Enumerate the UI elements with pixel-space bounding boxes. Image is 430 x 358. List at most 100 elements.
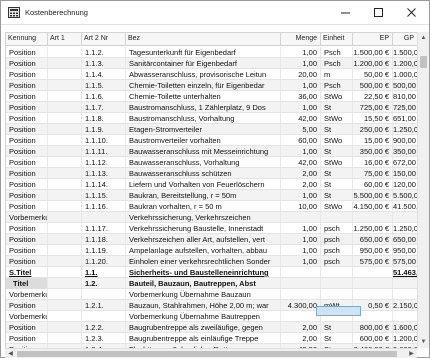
cell-gp[interactable]: 650,00 €	[393, 234, 417, 245]
cell-gp[interactable]: 725,00 €	[393, 102, 417, 113]
cell-menge[interactable]: 2,00	[281, 168, 321, 179]
table-row[interactable]: ▸Titel1.2.Bauteil, Bauzaun, Bautreppen, …	[6, 278, 417, 289]
cell-bez[interactable]: Chemie-Toilette unterhalten	[126, 91, 281, 102]
cell-gp[interactable]: 51.463,00 €	[393, 267, 417, 278]
cell-einheit[interactable]: St	[321, 190, 353, 201]
cell-kennung[interactable]: Position	[6, 58, 48, 69]
cell-art1[interactable]	[48, 234, 82, 245]
cell-menge[interactable]: 2,00	[281, 322, 321, 333]
close-button[interactable]	[395, 1, 427, 24]
cell-gp[interactable]	[393, 311, 417, 322]
column-header-ep[interactable]: EP	[353, 33, 393, 46]
cell-nr[interactable]: 1.1.5.	[82, 80, 126, 91]
table-row[interactable]: Position 1.1.13. Bauwasseranschluss schütz…	[6, 168, 417, 179]
cell-bez[interactable]: Verkehrssicherung, Verkehrszeichen	[126, 212, 281, 223]
cell-nr[interactable]	[82, 212, 126, 223]
cell-ep[interactable]: 5.500,00 €	[353, 190, 393, 201]
cell-kennung[interactable]: Titel	[6, 278, 48, 289]
cell-menge[interactable]: 2,00	[281, 179, 321, 190]
cell-bez[interactable]: Baukran vorhalten, r = 50 m	[126, 201, 281, 212]
cell-einheit[interactable]: m	[321, 69, 353, 80]
cell-menge[interactable]: 1,00	[281, 146, 321, 157]
cell-kennung[interactable]: Position	[6, 333, 48, 344]
cell-einheit[interactable]: psch	[321, 234, 353, 245]
cell-einheit[interactable]: StWo	[321, 113, 353, 124]
cell-gp[interactable]: 575,00 €	[393, 256, 417, 267]
cell-einheit[interactable]: St	[321, 124, 353, 135]
table-row[interactable]: Position 1.1.16. Baukran vorhalten, r = 50…	[6, 201, 417, 212]
scroll-left-arrow-icon[interactable]: ◀	[6, 349, 15, 358]
cell-bez[interactable]: Einholen einer verkehrsrechtlichen Sonde…	[126, 256, 281, 267]
cell-kennung[interactable]: Position	[6, 80, 48, 91]
cell-art1[interactable]	[48, 223, 82, 234]
cell-nr[interactable]: 1.1.8.	[82, 113, 126, 124]
cell-kennung[interactable]: Position	[6, 300, 48, 311]
cell-gp[interactable]: 5.500,00 €	[393, 190, 417, 201]
cell-einheit[interactable]: St	[321, 322, 353, 333]
cell-gp[interactable]: 900,00 €	[393, 135, 417, 146]
cell-einheit[interactable]: Psch	[321, 80, 353, 91]
cell-bez[interactable]: Bauwasseranschluss mit Messeinrichtung	[126, 146, 281, 157]
cell-bez[interactable]: Liefern und Vorhalten von Feuerlöschern	[126, 179, 281, 190]
cell-nr[interactable]	[82, 311, 126, 322]
cell-gp[interactable]: 1.250,00 €	[393, 124, 417, 135]
cell-nr[interactable]: 1.2.2.	[82, 322, 126, 333]
cell-ep[interactable]	[353, 212, 393, 223]
cell-ep[interactable]: 50,00 €	[353, 69, 393, 80]
cell-gp[interactable]: 1.600,00 €	[393, 322, 417, 333]
cell-gp[interactable]: 1.250,00 €	[393, 223, 417, 234]
cell-gp[interactable]: 150,00 €	[393, 168, 417, 179]
cell-bez[interactable]: Chemie-Toiletten einzeln, für Eigenbedar	[126, 80, 281, 91]
cell-art1[interactable]	[48, 47, 82, 58]
cell-nr[interactable]: 1.1.16.	[82, 201, 126, 212]
cell-art1[interactable]	[48, 333, 82, 344]
vertical-scrollbar[interactable]: ▲ ▼	[417, 32, 429, 348]
cell-kennung[interactable]: Vorbemerku	[6, 289, 48, 300]
cell-menge[interactable]: 1,00	[281, 190, 321, 201]
cell-einheit[interactable]: St	[321, 102, 353, 113]
cell-einheit[interactable]: StWo	[321, 157, 353, 168]
cell-kennung[interactable]: Position	[6, 256, 48, 267]
table-row[interactable]: Position 1.1.12. Bauwasseranschluss, Vorha…	[6, 157, 417, 168]
table-row[interactable]: Position 1.1.9. Etagen-Stromverteiler 5,00 S…	[6, 124, 417, 135]
cell-nr[interactable]: 1.1.6.	[82, 91, 126, 102]
table-row[interactable]: Position 1.2.2. Baugrubentreppe als zweilä…	[6, 322, 417, 333]
cell-ep[interactable]: 22,50 €	[353, 91, 393, 102]
table-row[interactable]: Position 1.1.3. Sanitärcontainer für Eigen…	[6, 58, 417, 69]
cell-ep[interactable]: 16,00 €	[353, 157, 393, 168]
cell-menge[interactable]: 60,00	[281, 135, 321, 146]
scroll-down-arrow-icon[interactable]: ▼	[418, 336, 429, 348]
cell-menge[interactable]: 20,00	[281, 69, 321, 80]
cell-ep[interactable]: 4.150,00 €	[353, 201, 393, 212]
table-row[interactable]: Position 1.1.7. Baustromanschluss, 1 Zähle…	[6, 102, 417, 113]
cell-bez[interactable]: Tagesunterkunft für Eigenbedarf	[126, 47, 281, 58]
cell-art1[interactable]	[48, 113, 82, 124]
column-header-einheit[interactable]: Einheit	[321, 33, 353, 46]
cell-nr[interactable]: 1.1.19.	[82, 245, 126, 256]
cell-bez[interactable]: Vorbemerkung Übernahme Bautreppen	[126, 311, 281, 322]
table-row[interactable]: Position 1.1.18. Verkehrszeichen aller Art…	[6, 234, 417, 245]
cell-nr[interactable]: 1.1.7.	[82, 102, 126, 113]
cell-gp[interactable]: 672,00 €	[393, 157, 417, 168]
table-row[interactable]: Position 1.1.15. Baukran, Bereitstellung, …	[6, 190, 417, 201]
cell-menge[interactable]: 1,00	[281, 245, 321, 256]
cell-art1[interactable]	[48, 124, 82, 135]
cell-art1[interactable]	[48, 58, 82, 69]
table-row[interactable]: Position 1.1.14. Liefern und Vorhalten von…	[6, 179, 417, 190]
cell-ep[interactable]	[353, 289, 393, 300]
cell-einheit[interactable]	[321, 267, 353, 278]
cell-menge[interactable]: 1,00	[281, 58, 321, 69]
cell-nr[interactable]: 1.1.20.	[82, 256, 126, 267]
cell-kennung[interactable]: Position	[6, 234, 48, 245]
cell-nr[interactable]: 1.1.11.	[82, 146, 126, 157]
table-row[interactable]: Position 1.1.5. Chemie-Toiletten einzeln, …	[6, 80, 417, 91]
cell-art1[interactable]	[48, 135, 82, 146]
table-row[interactable]: Position 1.1.6. Chemie-Toilette unterhalte…	[6, 91, 417, 102]
table-row[interactable]: S.Titel 1.1. Sicherheits- und Baustellenei…	[6, 267, 417, 278]
cell-bez[interactable]: Baustromanschluss, Vorhaltung	[126, 113, 281, 124]
cell-einheit[interactable]: psch	[321, 245, 353, 256]
cell-menge[interactable]: 2,00	[281, 333, 321, 344]
cell-menge[interactable]: 4.300,00	[281, 300, 321, 311]
cell-einheit[interactable]: St	[321, 179, 353, 190]
cell-gp[interactable]: 651,00 €	[393, 113, 417, 124]
